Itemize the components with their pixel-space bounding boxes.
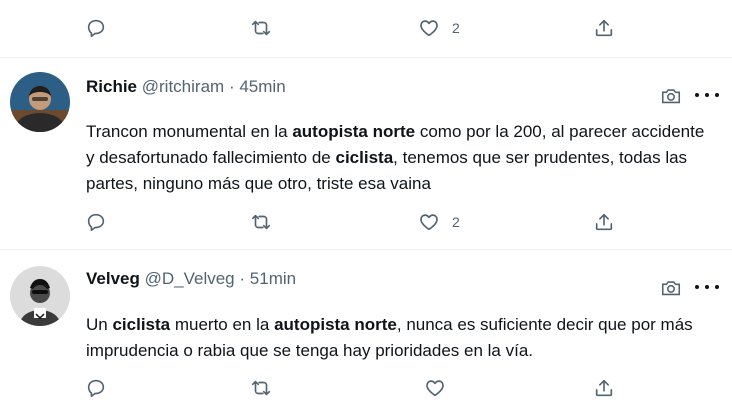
like-button[interactable] bbox=[424, 377, 446, 399]
share-button[interactable] bbox=[593, 211, 615, 233]
media-indicator bbox=[660, 277, 682, 299]
retweet-button[interactable] bbox=[250, 17, 272, 39]
tweet-text: Un ciclista muerto en la autopista norte… bbox=[86, 312, 706, 364]
avatar[interactable] bbox=[10, 72, 70, 132]
more-button[interactable] bbox=[695, 84, 719, 106]
tweet-header: Velveg @D_Velveg · 51min bbox=[86, 269, 296, 289]
heart-icon bbox=[426, 380, 444, 397]
retweet-icon bbox=[251, 20, 271, 36]
tweet-text-segment: muerto en la bbox=[170, 315, 275, 334]
like-count: 2 bbox=[452, 214, 460, 230]
highlighted-term: autopista norte bbox=[292, 122, 416, 141]
reply-button[interactable] bbox=[85, 211, 107, 233]
heart-icon bbox=[420, 214, 438, 231]
more-button[interactable] bbox=[695, 276, 719, 298]
tweet-actions-top: 2 bbox=[0, 10, 732, 46]
share-button[interactable] bbox=[593, 17, 615, 39]
username[interactable]: @ritchiram bbox=[142, 77, 224, 96]
separator: · bbox=[239, 269, 246, 288]
highlighted-term: autopista norte bbox=[274, 315, 397, 334]
media-indicator bbox=[660, 85, 682, 107]
retweet-button[interactable] bbox=[250, 377, 272, 399]
highlighted-term: ciclista bbox=[112, 315, 171, 334]
share-button[interactable] bbox=[593, 377, 615, 399]
avatar[interactable] bbox=[10, 266, 70, 326]
highlighted-term: ciclista bbox=[335, 148, 394, 167]
display-name[interactable]: Velveg bbox=[86, 269, 140, 288]
reply-icon bbox=[87, 379, 105, 398]
like-count: 2 bbox=[452, 20, 460, 36]
share-icon bbox=[595, 379, 613, 397]
camera-icon bbox=[661, 89, 681, 104]
tweet-text: Trancon monumental en la autopista norte… bbox=[86, 119, 706, 197]
tweet[interactable]: Velveg @D_Velveg · 51min Un ciclista mue… bbox=[0, 250, 732, 412]
share-icon bbox=[595, 19, 613, 37]
tweet[interactable]: Richie @ritchiram · 45min Trancon monume… bbox=[0, 58, 732, 249]
timestamp[interactable]: 51min bbox=[250, 269, 296, 288]
retweet-icon bbox=[251, 214, 271, 230]
timestamp[interactable]: 45min bbox=[239, 77, 285, 96]
retweet-button[interactable] bbox=[250, 211, 272, 233]
more-icon bbox=[695, 93, 699, 97]
reply-button[interactable] bbox=[85, 17, 107, 39]
share-icon bbox=[595, 213, 613, 231]
display-name[interactable]: Richie bbox=[86, 77, 137, 96]
heart-icon bbox=[420, 20, 438, 37]
like-button[interactable]: 2 bbox=[418, 17, 460, 39]
tweet-text-segment: Trancon monumental en la bbox=[86, 122, 293, 141]
reply-icon bbox=[87, 19, 105, 38]
username[interactable]: @D_Velveg bbox=[145, 269, 235, 288]
reply-button[interactable] bbox=[85, 377, 107, 399]
tweet-feed: 2 Richie @ritchiram · 45min Trancon monu… bbox=[0, 0, 732, 412]
camera-icon bbox=[661, 281, 681, 296]
more-icon bbox=[695, 285, 699, 289]
tweet-text-segment: Un bbox=[86, 315, 113, 334]
like-button[interactable]: 2 bbox=[418, 211, 460, 233]
retweet-icon bbox=[251, 380, 271, 396]
tweet-header: Richie @ritchiram · 45min bbox=[86, 77, 286, 97]
separator: · bbox=[228, 77, 235, 96]
reply-icon bbox=[87, 213, 105, 232]
